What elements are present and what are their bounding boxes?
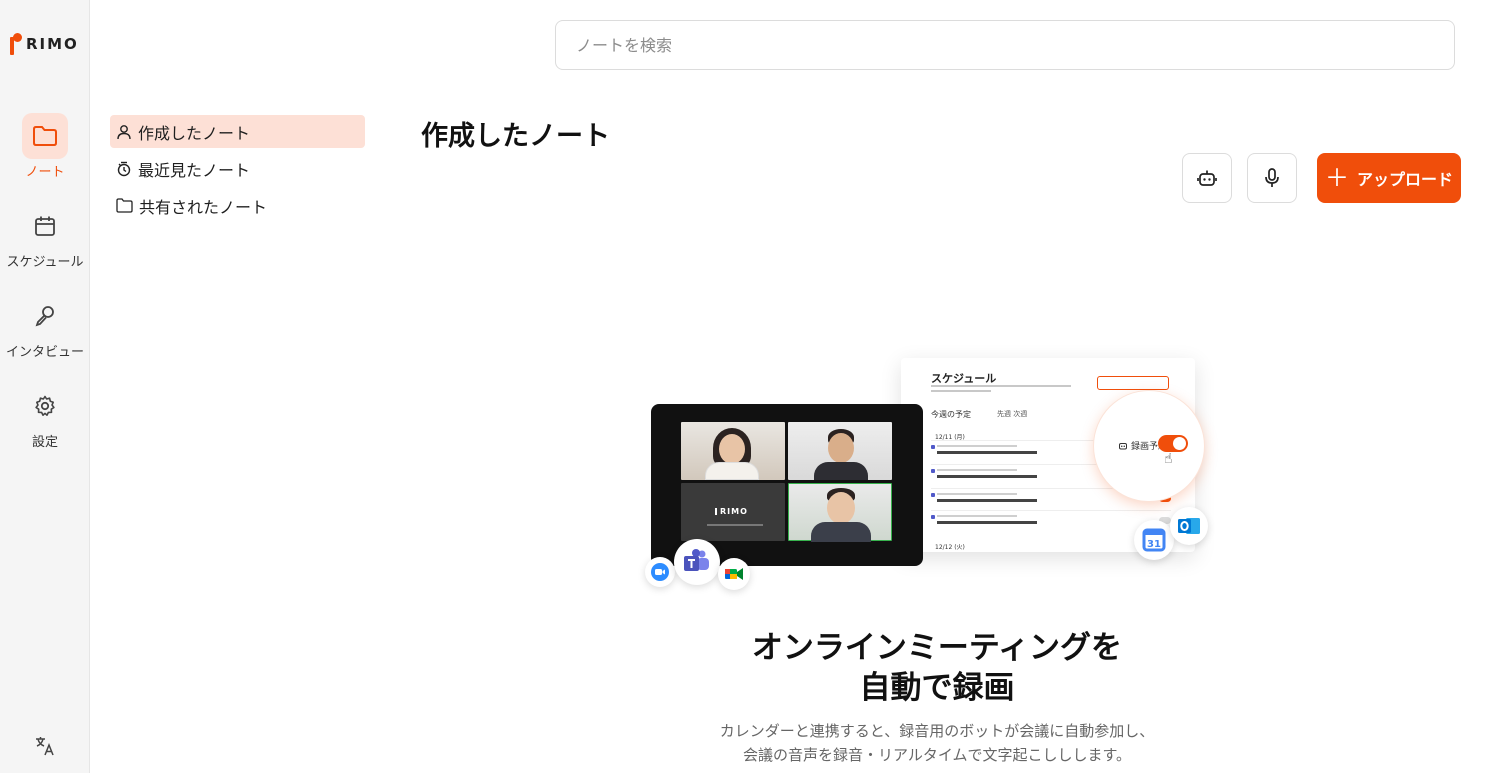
folder-icon [116,198,133,213]
hero-title: オンラインミーティングを 自動で録画 [700,628,1174,708]
schedule-mock-day: 12/12 (火) [935,544,965,551]
rail-item-label: インタビュー [5,345,84,360]
google-meet-icon [718,558,750,590]
subnav-item-created[interactable]: 作成したノート [110,115,365,148]
record-button[interactable] [1247,153,1297,203]
schedule-mock-row [931,510,1171,530]
schedule-mock-week: 今週の予定 [931,410,971,419]
rail-item-label: ノート [25,165,65,180]
subnav-item-label: 最近見たノート [138,160,251,180]
hand-cursor-icon: ☝ [1164,451,1173,467]
microphone-pen-icon [22,293,68,339]
rail-item-label: 設定 [31,435,58,450]
app-root: RIMO ノート スケジュール インタビュー 設定 作成したノート 最近見たノー… [0,0,1494,773]
schedule-mock-nav: 先週 次週 [997,410,1028,418]
rail-item-notes[interactable]: ノート [0,113,90,180]
schedule-mock-bot-button [1097,376,1169,390]
hero-description: カレンダーと連携すると、録音用のボットが会議に自動参加し、 会議の音声を録音・リ… [680,719,1194,767]
record-toggle-bubble: 録画予約 ☝ [1094,391,1204,501]
microphone-icon [1265,168,1279,187]
bot-icon [1197,170,1217,186]
upload-button[interactable]: ＋ アップロード [1317,153,1461,203]
subnav-item-recent[interactable]: 最近見たノート [110,152,365,185]
hero-description-line: 会議の音声を録音・リアルタイムで文字起こししします。 [742,746,1132,764]
record-toggle [1158,435,1188,452]
zoom-icon [645,557,675,587]
empty-state-illustration: スケジュール 今週の予定 先週 次週 12/11 (月) 12/12 (火) 録… [640,355,1220,595]
outlook-icon [1170,507,1208,545]
logo[interactable]: RIMO [10,33,79,55]
participant-tile [681,422,785,480]
left-rail: RIMO ノート スケジュール インタビュー 設定 [0,0,90,773]
subnav-item-label: 作成したノート [138,123,251,143]
teams-icon [674,539,720,585]
translate-icon[interactable] [33,734,57,758]
google-calendar-icon: 31 [1134,520,1174,560]
logo-text: RIMO [26,35,79,53]
subnav-item-label: 共有されたノート [139,197,268,217]
page-title: 作成したノート [421,121,610,152]
svg-text:31: 31 [1147,539,1161,550]
hero-description-line: カレンダーと連携すると、録音用のボットが会議に自動参加し、 [719,722,1155,740]
bot-icon [1119,443,1127,450]
subnav-item-shared[interactable]: 共有されたノート [110,189,365,222]
participant-tile-speaking [788,483,892,542]
search-box [555,20,1455,70]
logo-mark [10,33,22,55]
hero-title-line: オンラインミーティングを [751,630,1123,666]
search-input[interactable] [576,35,1454,55]
rail-item-interview[interactable]: インタビュー [0,293,90,360]
folder-icon [22,113,68,159]
tablet-logo: RIMO [715,507,748,516]
schedule-mock-title: スケジュール [931,372,997,385]
upload-button-label: アップロード [1356,170,1453,189]
rail-item-settings[interactable]: 設定 [0,383,90,450]
plus-icon: ＋ [1324,164,1349,192]
user-icon [117,124,131,139]
rail-item-label: スケジュール [6,255,84,270]
rail-item-schedule[interactable]: スケジュール [0,203,90,270]
calendar-icon [22,203,68,249]
notes-subnav: 作成したノート 最近見たノート 共有されたノート [110,115,365,226]
participant-tile [788,422,892,480]
gear-icon [22,383,68,429]
recent-icon [117,161,131,176]
hero-title-line: 自動で録画 [859,670,1015,706]
bot-button[interactable] [1182,153,1232,203]
